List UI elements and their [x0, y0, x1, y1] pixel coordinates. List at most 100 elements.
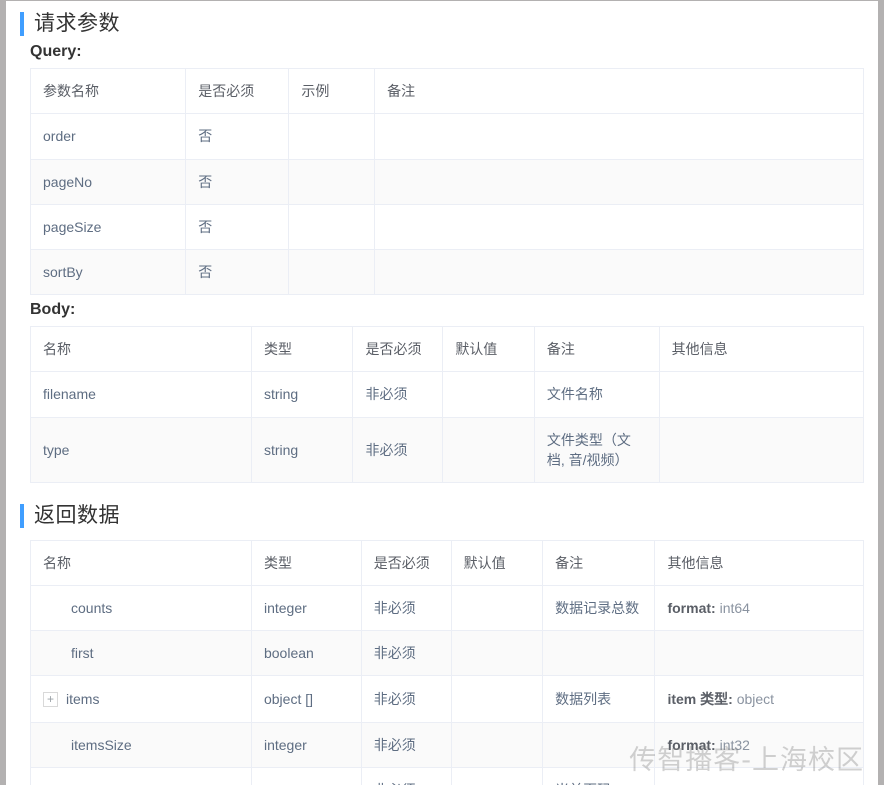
table-row: counts integer 非必须 数据记录总数 format: int64: [31, 585, 863, 631]
param-default-cell: [451, 585, 544, 631]
param-name-cell: itemsSize: [31, 722, 252, 768]
param-name-cell: order: [31, 113, 187, 160]
param-required-cell: 非必须: [361, 722, 452, 768]
param-default-cell: [442, 371, 535, 418]
column-header: 参数名称: [31, 69, 187, 115]
column-header: 其他信息: [654, 540, 863, 586]
param-name: type: [43, 441, 70, 458]
param-default-cell: [451, 675, 544, 723]
table-row: pageSize 否: [31, 204, 863, 251]
param-name: items: [66, 691, 100, 708]
param-type-cell: string: [251, 417, 354, 484]
param-required-cell: [288, 204, 376, 251]
other-info-cell: [659, 371, 863, 418]
table-row: first boolean 非必须: [31, 630, 863, 677]
parameters-table: 名称 类型 是否必须 默认值 备注 其他信息 filename string 非必须 文件名称 ty…: [31, 327, 863, 484]
param-required-cell: 非必须: [361, 767, 452, 785]
param-remark-cell: [542, 630, 656, 677]
other-info-cell: [659, 417, 863, 484]
table-row: pageNo 否: [31, 159, 863, 205]
column-header: 示例: [288, 69, 376, 115]
section-heading-request-params: 请求参数: [20, 11, 878, 37]
column-header: 是否必须: [352, 327, 444, 373]
column-header: 名称: [31, 540, 252, 586]
param-name-cell: sortBy: [31, 249, 187, 296]
page-frame: 请求参数 Query: 参数名称 是否必须 示例 备注 order 否 pageNo 否 pageS…: [0, 0, 884, 785]
other-info-cell: format: int64: [654, 767, 863, 785]
param-name-cell: type: [31, 417, 252, 484]
param-name: page: [43, 780, 102, 785]
param-default-cell: [451, 630, 544, 677]
param-type-cell: integer: [251, 585, 362, 631]
param-required-cell: [288, 113, 376, 160]
param-name-cell: filename: [31, 371, 252, 418]
column-header: 默认值: [451, 540, 544, 586]
column-header: 备注: [534, 327, 660, 373]
param-required-cell: 非必须: [361, 630, 452, 677]
param-name: sortBy: [43, 264, 83, 281]
column-header: 是否必须: [185, 69, 290, 115]
param-remark-cell: 文件名称: [534, 371, 660, 418]
sections-root: 请求参数 Query: 参数名称 是否必须 示例 备注 order 否 pageNo 否 pageS…: [6, 11, 878, 785]
other-info-key: item 类型:: [667, 690, 733, 707]
other-info-cell: format: int32: [654, 722, 863, 768]
other-info-value: int64: [719, 599, 750, 616]
table-container: 名称 类型 是否必须 默认值 备注 其他信息 counts integer 非必须 数据记录总数 f…: [30, 539, 864, 785]
param-required-cell: 非必须: [361, 585, 452, 631]
param-name: pageNo: [43, 173, 93, 190]
column-header: 备注: [374, 69, 863, 115]
other-info-key: format:: [667, 599, 716, 616]
param-default-cell: [374, 249, 863, 296]
column-header: 其他信息: [659, 327, 863, 373]
param-type-cell: string: [251, 371, 354, 418]
table-header-row: 名称 类型 是否必须 默认值 备注 其他信息: [31, 327, 863, 373]
table-row: sortBy 否: [31, 249, 863, 296]
param-default-cell: [442, 417, 535, 484]
param-required-cell: [288, 159, 376, 205]
table-row: type string 非必须 文件类型（文档, 音/视频）: [31, 417, 863, 484]
table-row: filename string 非必须 文件名称: [31, 371, 863, 418]
other-info-cell: format: int64: [654, 585, 863, 631]
table-row: order 否: [31, 113, 863, 160]
param-type-cell: 否: [185, 159, 290, 205]
other-info-key: format:: [667, 736, 716, 753]
param-default-cell: [374, 159, 863, 205]
param-remark-cell: 文件类型（文档, 音/视频）: [534, 417, 660, 484]
table-row: itemsSize integer 非必须 format: int32: [31, 722, 863, 768]
param-name-cell: + items: [31, 675, 252, 723]
table-header-row: 参数名称 是否必须 示例 备注: [31, 69, 863, 115]
param-remark-cell: 数据列表: [542, 675, 656, 723]
column-header: 默认值: [442, 327, 535, 373]
param-default-cell: [374, 113, 863, 160]
document-content: 请求参数 Query: 参数名称 是否必须 示例 备注 order 否 pageNo 否 pageS…: [6, 1, 878, 785]
param-default-cell: [374, 204, 863, 251]
expand-row-icon[interactable]: +: [43, 691, 58, 707]
param-name: order: [43, 128, 76, 145]
param-name: counts: [71, 599, 113, 616]
table-row: + items object [] 非必须 数据列表 item 类型: object: [31, 675, 863, 723]
param-type-cell: 否: [185, 249, 290, 296]
param-required-cell: 非必须: [361, 675, 452, 723]
table-container: 参数名称 是否必须 示例 备注 order 否 pageNo 否 pageSize 否 sortBy…: [30, 68, 864, 296]
param-name-cell: page: [31, 767, 252, 785]
section-title: 返回数据: [34, 504, 120, 528]
param-name: first: [71, 644, 94, 661]
param-type-cell: object []: [251, 675, 362, 723]
column-header: 备注: [542, 540, 656, 586]
table-header-row: 名称 类型 是否必须 默认值 备注 其他信息: [31, 540, 863, 586]
column-header: 名称: [31, 327, 252, 373]
parameters-table: 参数名称 是否必须 示例 备注 order 否 pageNo 否 pageSize 否 sortBy…: [31, 69, 863, 296]
param-name: filename: [43, 386, 96, 403]
table-row: page integer非必须 当前页码format: int64: [31, 767, 863, 785]
param-name-cell: pageSize: [31, 204, 187, 251]
heading-accent-bar: [20, 504, 24, 529]
other-info-value: object: [736, 690, 775, 707]
sub-section-label: Body:: [30, 301, 76, 319]
param-name-cell: counts: [31, 585, 252, 631]
param-required-cell: 非必须: [352, 417, 444, 484]
section-title: 请求参数: [34, 12, 120, 35]
column-header: 类型: [251, 540, 362, 586]
heading-accent-bar: [20, 12, 24, 37]
param-required-cell: [288, 249, 376, 296]
param-name: pageSize: [43, 218, 102, 235]
